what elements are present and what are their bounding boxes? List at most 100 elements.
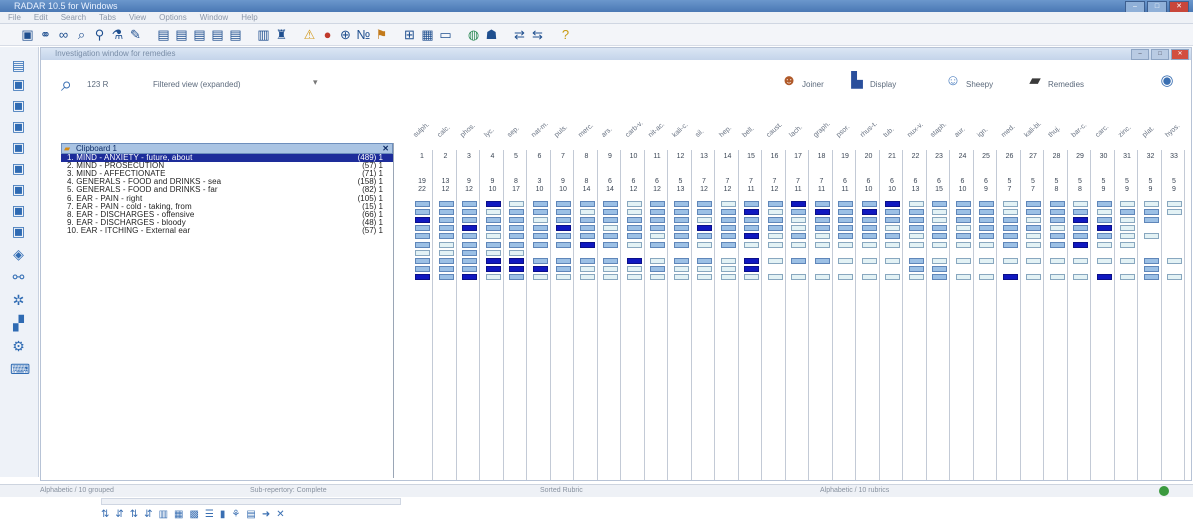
grade-cell[interactable] [1143, 257, 1159, 264]
menu-view[interactable]: View [129, 13, 146, 22]
grade-cell[interactable] [814, 217, 830, 224]
grade-cell[interactable] [579, 217, 595, 224]
grade-cell[interactable] [791, 257, 806, 264]
grade-cell[interactable] [767, 225, 783, 232]
grade-cell[interactable] [509, 257, 524, 264]
grade-cell[interactable] [1073, 273, 1088, 280]
grade-cell[interactable] [791, 225, 806, 232]
grade-cell[interactable] [1026, 257, 1041, 264]
grade-cell[interactable] [1096, 233, 1112, 240]
remedy-name[interactable]: graph. [812, 121, 831, 139]
remedy-name[interactable]: puls. [553, 124, 569, 139]
grade-cell[interactable] [462, 201, 477, 207]
grade-cell[interactable] [744, 241, 759, 248]
repertory-2-icon[interactable]: ▤ [174, 27, 189, 42]
grade-cell[interactable] [1073, 201, 1088, 207]
grade-cell[interactable] [955, 225, 971, 232]
pencil-icon[interactable]: ✎ [128, 27, 143, 42]
grade-cell[interactable] [1026, 273, 1041, 280]
grade-cell[interactable] [744, 201, 759, 207]
grade-cell[interactable] [744, 257, 759, 264]
grade-cell[interactable] [650, 273, 665, 280]
sort-icon[interactable]: ⇅ [101, 509, 109, 521]
grade-cell[interactable] [720, 273, 736, 280]
grade-cell[interactable] [885, 273, 900, 280]
grade-cell[interactable] [1120, 241, 1135, 248]
grade-cell[interactable] [697, 257, 712, 264]
menu-options[interactable]: Options [159, 13, 187, 22]
grade-cell[interactable] [1026, 209, 1041, 216]
open-icon[interactable]: ▣ [20, 27, 35, 42]
grade-cell[interactable] [579, 233, 595, 240]
grade-cell[interactable] [603, 201, 618, 207]
grade-cell[interactable] [908, 257, 924, 264]
grade-cell[interactable] [415, 241, 430, 248]
grade-cell[interactable] [1096, 209, 1112, 216]
grade-cell[interactable] [462, 249, 477, 256]
close-small-icon[interactable]: ✕ [276, 509, 284, 521]
remedy-name[interactable]: sil. [694, 128, 705, 139]
grade-cell[interactable] [932, 225, 947, 232]
grade-cell[interactable] [485, 249, 501, 256]
grade-cell[interactable] [720, 257, 736, 264]
grade-cell[interactable] [1096, 257, 1112, 264]
grade-cell[interactable] [673, 209, 689, 216]
menu-window[interactable]: Window [200, 13, 228, 22]
grade-cell[interactable] [603, 233, 618, 240]
grade-cell[interactable] [462, 209, 477, 216]
grade-cell[interactable] [650, 225, 665, 232]
search-icon[interactable]: ⌕ [61, 74, 72, 96]
grade-cell[interactable] [767, 233, 783, 240]
menu-file[interactable]: File [8, 13, 21, 22]
grade-cell[interactable] [650, 257, 665, 264]
grade-cell[interactable] [932, 233, 947, 240]
remedy-name[interactable]: carc. [1094, 124, 1110, 139]
grade-cell[interactable] [673, 217, 689, 224]
grade-cell[interactable] [673, 257, 689, 264]
grade-cell[interactable] [556, 225, 571, 232]
sidebar-folder-icon[interactable]: ▣ [10, 76, 27, 93]
flag-icon[interactable]: ⚑ [374, 27, 389, 42]
grade-cell[interactable] [462, 233, 477, 240]
grade-cell[interactable] [720, 233, 736, 240]
grade-cell[interactable] [697, 273, 712, 280]
grade-cell[interactable] [885, 209, 900, 216]
grade-cell[interactable] [556, 217, 571, 224]
grade-cell[interactable] [767, 201, 783, 207]
grade-cell[interactable] [861, 201, 877, 207]
grade-cell[interactable] [1049, 217, 1065, 224]
grade-cell[interactable] [509, 265, 524, 272]
grade-cell[interactable] [932, 241, 947, 248]
grade-cell[interactable] [885, 241, 900, 248]
analysis-close-button[interactable]: ✕ [1171, 49, 1189, 60]
grade-cell[interactable] [1049, 233, 1065, 240]
grade-cell[interactable] [438, 233, 454, 240]
grade-cell[interactable] [908, 217, 924, 224]
grade-cell[interactable] [1002, 257, 1018, 264]
grade-cell[interactable] [532, 209, 548, 216]
grade-cell[interactable] [650, 233, 665, 240]
repertory-4-icon[interactable]: ▤ [210, 27, 225, 42]
layout-icon[interactable]: ▦ [174, 509, 183, 521]
grade-cell[interactable] [720, 217, 736, 224]
grade-cell[interactable] [744, 273, 759, 280]
remedy-name[interactable]: staph. [929, 121, 948, 139]
grade-cell[interactable] [744, 209, 759, 216]
grade-cell[interactable] [932, 273, 947, 280]
grade-cell[interactable] [626, 233, 642, 240]
chain-icon[interactable]: ∞ [56, 27, 71, 42]
grade-cell[interactable] [814, 257, 830, 264]
grade-cell[interactable] [509, 249, 524, 256]
grade-cell[interactable] [932, 257, 947, 264]
grade-cell[interactable] [415, 201, 430, 207]
grade-cell[interactable] [509, 233, 524, 240]
grade-cell[interactable] [814, 225, 830, 232]
grade-cell[interactable] [1049, 273, 1065, 280]
grade-cell[interactable] [1002, 209, 1018, 216]
grade-cell[interactable] [462, 225, 477, 232]
arrow-right-icon[interactable]: ➜ [262, 509, 270, 521]
grade-cell[interactable] [955, 217, 971, 224]
grade-cell[interactable] [626, 217, 642, 224]
remedy-name[interactable]: plat. [1141, 125, 1156, 139]
grade-cell[interactable] [603, 273, 618, 280]
